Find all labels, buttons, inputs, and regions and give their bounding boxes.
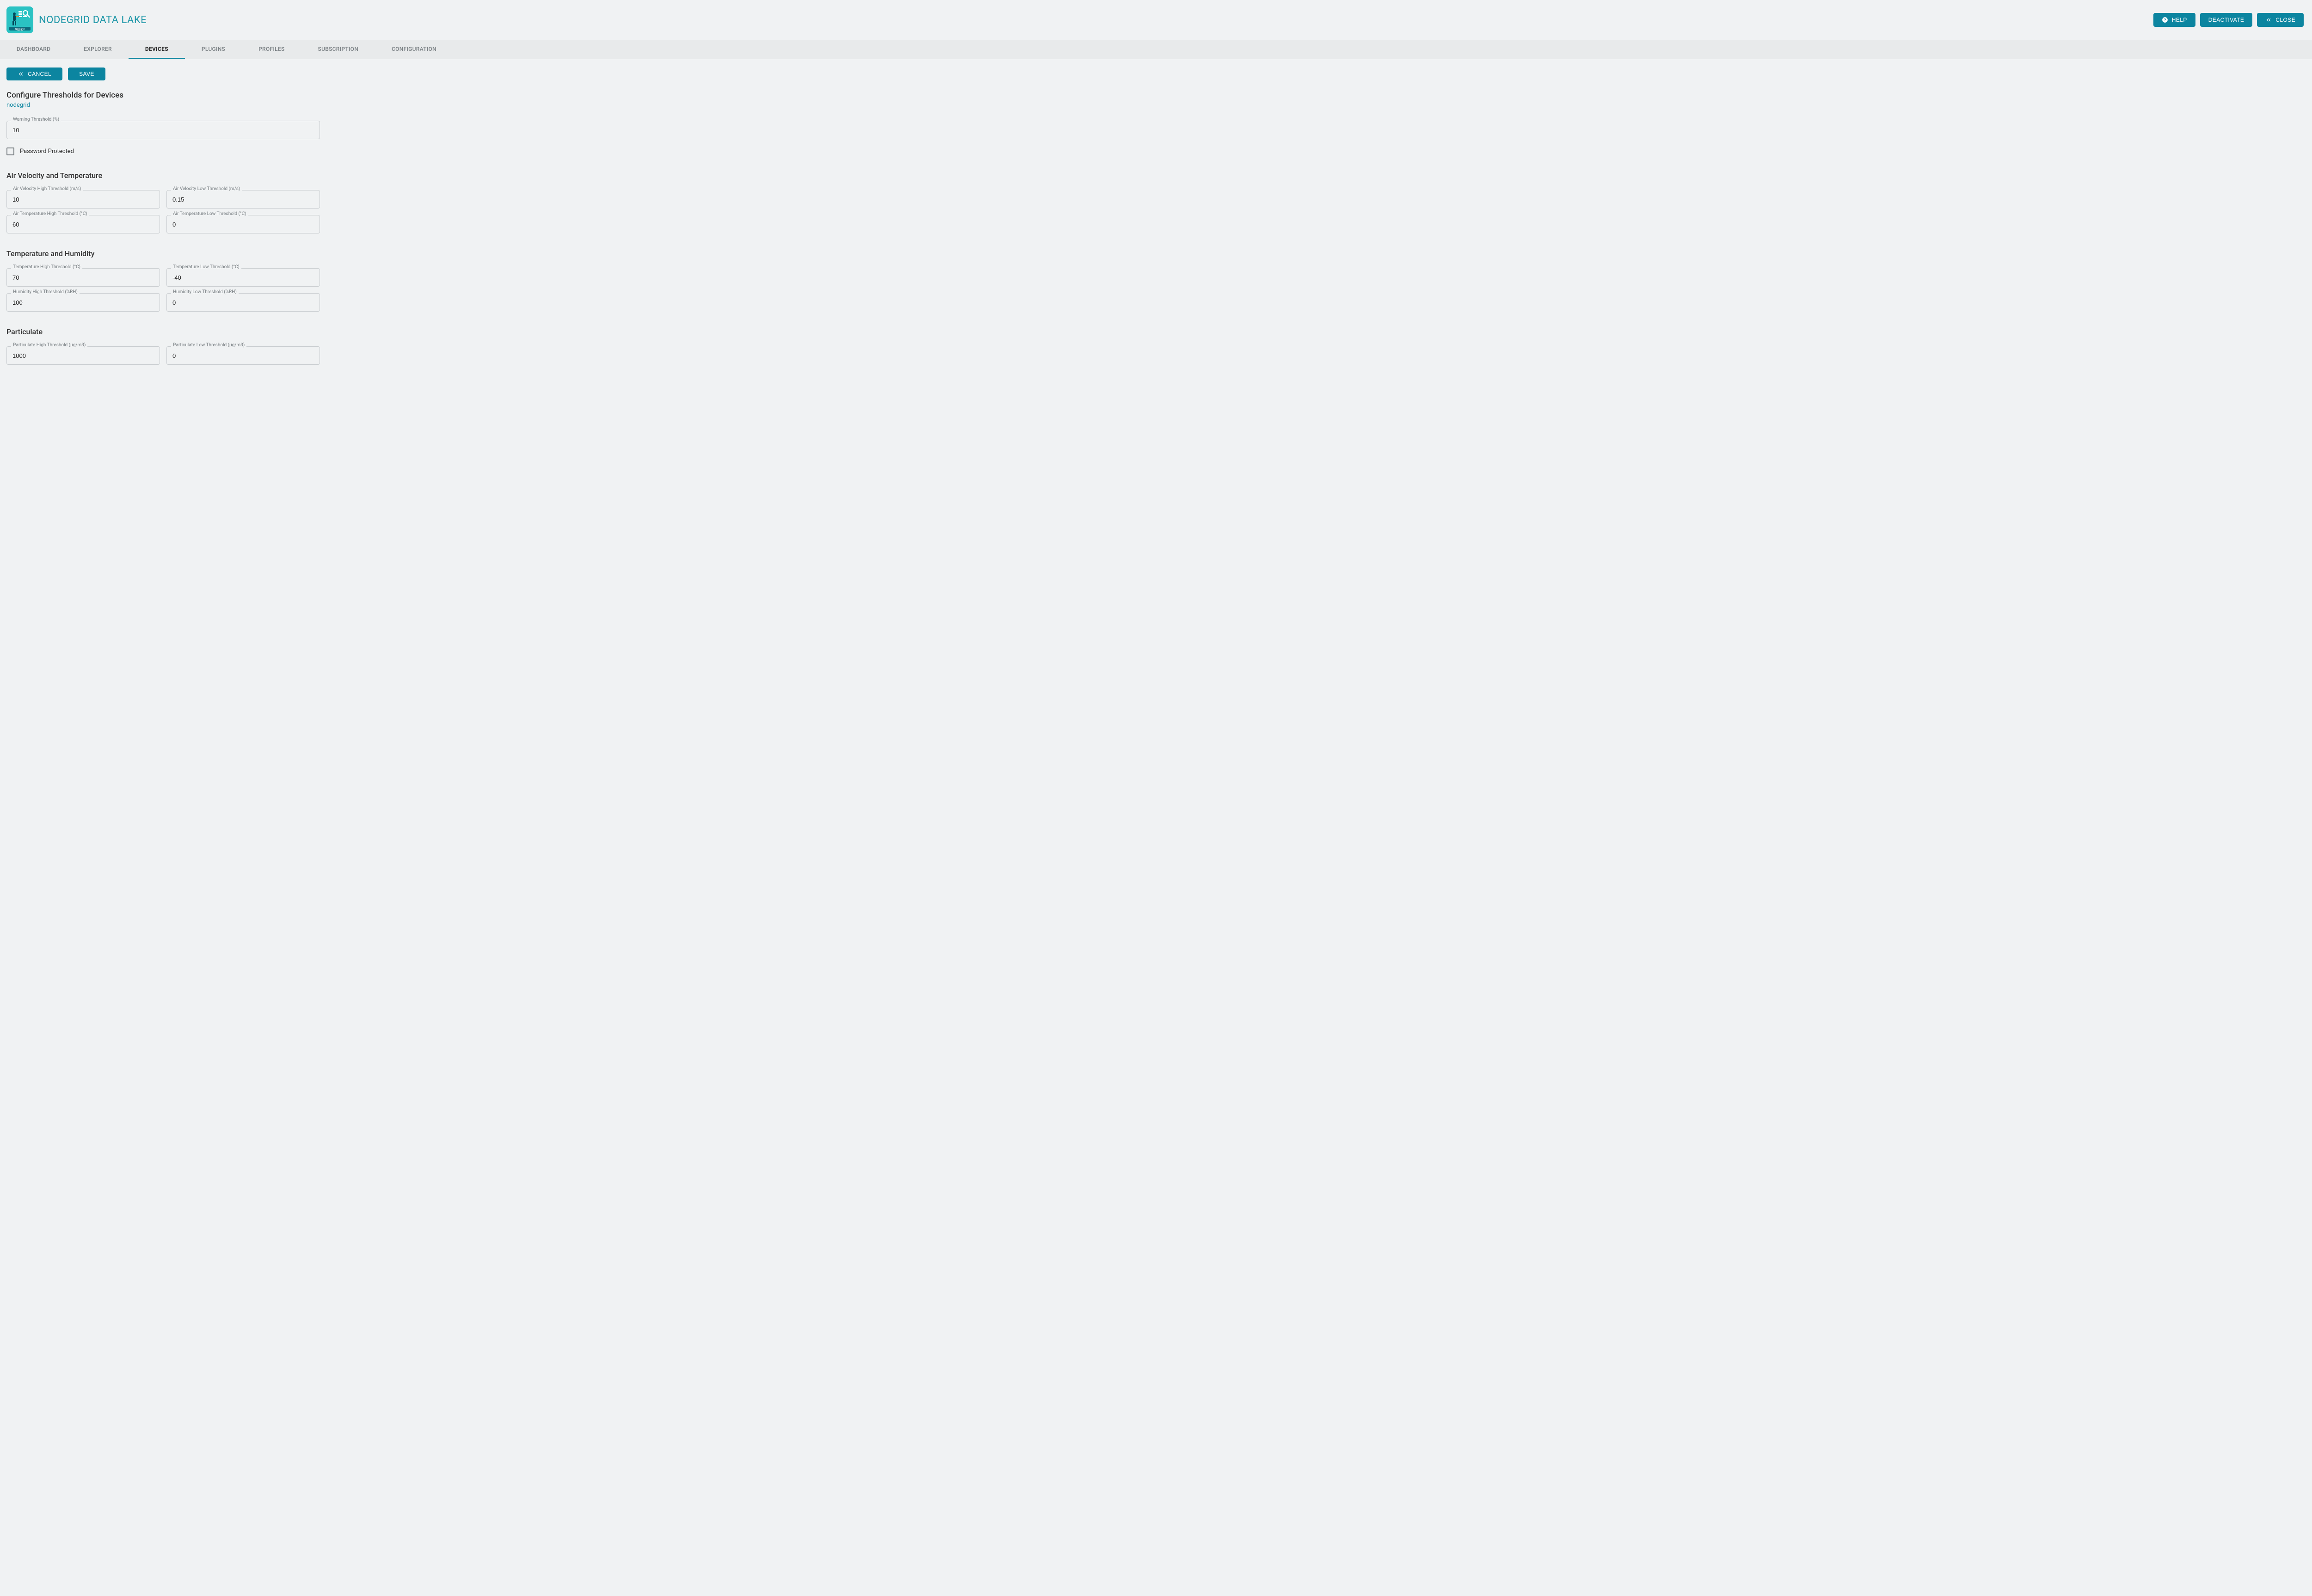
header: Nodegrid Data Lake NODEGRID DATA LAKE ? … <box>0 0 2312 40</box>
password-protected-row: Password Protected <box>6 147 2306 155</box>
app-logo: Nodegrid Data Lake <box>6 6 33 33</box>
close-label: CLOSE <box>2275 17 2295 23</box>
field-label: Air Temperature High Threshold (°C) <box>11 212 89 216</box>
field-label: Particulate Low Threshold (µg/m3) <box>171 343 246 348</box>
page-subtitle: nodegrid <box>6 102 2306 109</box>
tab-dashboard[interactable]: DASHBOARD <box>0 40 67 59</box>
section-title-temp-hum: Temperature and Humidity <box>6 249 2306 258</box>
field-label: Warning Threshold (%) <box>11 117 61 122</box>
tab-configuration[interactable]: CONFIGURATION <box>375 40 453 59</box>
chevron-left-double-icon <box>2265 17 2272 23</box>
cancel-label: CANCEL <box>28 71 51 77</box>
deactivate-label: DEACTIVATE <box>2208 17 2244 23</box>
header-actions: ? HELP DEACTIVATE CLOSE <box>2153 13 2304 27</box>
air-temp-low-field: Air Temperature Low Threshold (°C) <box>166 215 320 233</box>
content: CANCEL SAVE Configure Thresholds for Dev… <box>0 59 2312 390</box>
air-vel-high-input[interactable] <box>6 190 160 209</box>
field-label: Temperature High Threshold (°C) <box>11 265 82 270</box>
svg-text:?: ? <box>2164 18 2166 22</box>
tab-explorer[interactable]: EXPLORER <box>67 40 129 59</box>
deactivate-button[interactable]: DEACTIVATE <box>2200 13 2253 27</box>
part-low-field: Particulate Low Threshold (µg/m3) <box>166 346 320 365</box>
warning-threshold-field: Warning Threshold (%) <box>6 121 320 139</box>
section-title-particulate: Particulate <box>6 327 2306 336</box>
field-label: Humidity Low Threshold (%RH) <box>171 290 239 295</box>
action-row: CANCEL SAVE <box>6 68 2306 80</box>
chevron-left-double-icon <box>18 71 24 77</box>
air-temp-high-field: Air Temperature High Threshold (°C) <box>6 215 160 233</box>
tab-devices[interactable]: DEVICES <box>129 40 185 59</box>
brand: Nodegrid Data Lake NODEGRID DATA LAKE <box>6 6 147 33</box>
field-label: Air Temperature Low Threshold (°C) <box>171 212 248 216</box>
field-label: Particulate High Threshold (µg/m3) <box>11 343 87 348</box>
temp-low-input[interactable] <box>166 268 320 287</box>
brand-title: NODEGRID DATA LAKE <box>39 14 147 26</box>
field-label: Air Velocity Low Threshold (m/s) <box>171 187 242 191</box>
field-label: Temperature Low Threshold (°C) <box>171 265 241 270</box>
page-title: Configure Thresholds for Devices <box>6 91 2306 100</box>
air-temp-low-input[interactable] <box>166 215 320 233</box>
part-high-input[interactable] <box>6 346 160 365</box>
cancel-button[interactable]: CANCEL <box>6 68 62 80</box>
help-label: HELP <box>2172 17 2187 23</box>
help-icon: ? <box>2162 17 2168 23</box>
temp-low-field: Temperature Low Threshold (°C) <box>166 268 320 287</box>
part-high-field: Particulate High Threshold (µg/m3) <box>6 346 160 365</box>
tab-profiles[interactable]: PROFILES <box>242 40 301 59</box>
warning-threshold-input[interactable] <box>6 121 320 139</box>
air-vel-high-field: Air Velocity High Threshold (m/s) <box>6 190 160 209</box>
air-vel-low-input[interactable] <box>166 190 320 209</box>
hum-low-field: Humidity Low Threshold (%RH) <box>166 293 320 312</box>
tabs: DASHBOARD EXPLORER DEVICES PLUGINS PROFI… <box>0 40 2312 59</box>
close-button[interactable]: CLOSE <box>2257 13 2304 27</box>
field-label: Humidity High Threshold (%RH) <box>11 290 80 295</box>
svg-text:Data Lake: Data Lake <box>17 30 23 31</box>
save-label: SAVE <box>79 71 94 77</box>
temp-high-field: Temperature High Threshold (°C) <box>6 268 160 287</box>
field-label: Air Velocity High Threshold (m/s) <box>11 187 83 191</box>
temp-high-input[interactable] <box>6 268 160 287</box>
part-low-input[interactable] <box>166 346 320 365</box>
section-title-air: Air Velocity and Temperature <box>6 171 2306 180</box>
password-protected-label: Password Protected <box>20 148 74 155</box>
tab-subscription[interactable]: SUBSCRIPTION <box>301 40 375 59</box>
help-button[interactable]: ? HELP <box>2153 13 2195 27</box>
air-temp-high-input[interactable] <box>6 215 160 233</box>
hum-low-input[interactable] <box>166 293 320 312</box>
hum-high-field: Humidity High Threshold (%RH) <box>6 293 160 312</box>
hum-high-input[interactable] <box>6 293 160 312</box>
password-protected-checkbox[interactable] <box>6 147 14 155</box>
air-vel-low-field: Air Velocity Low Threshold (m/s) <box>166 190 320 209</box>
tab-plugins[interactable]: PLUGINS <box>185 40 242 59</box>
save-button[interactable]: SAVE <box>68 68 105 80</box>
